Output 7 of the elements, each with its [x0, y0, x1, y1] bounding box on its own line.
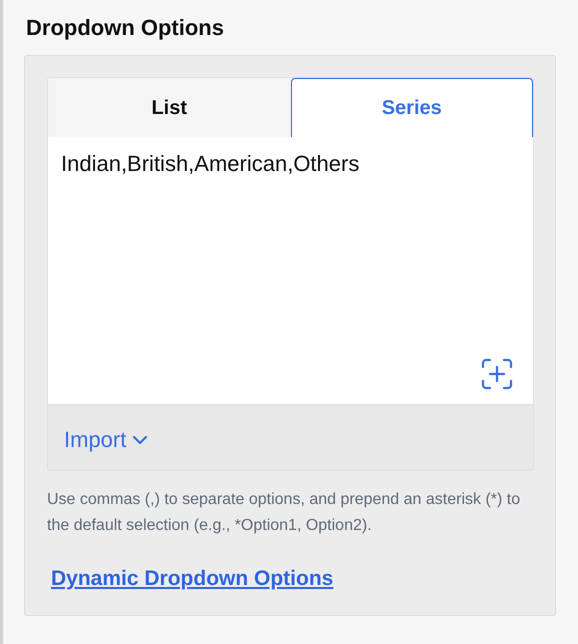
caret-icon — [132, 434, 148, 444]
expand-icon[interactable] — [481, 358, 513, 390]
import-button[interactable]: Import — [48, 406, 164, 470]
dynamic-options-link[interactable]: Dynamic Dropdown Options — [51, 563, 334, 594]
help-text: Use commas (,) to separate options, and prepend an asterisk (*) to the default selection (e.g., *Option1, Option2). — [47, 490, 522, 536]
section-title: Dropdown Options — [26, 14, 225, 42]
tab[interactable]: Series — [290, 78, 533, 137]
